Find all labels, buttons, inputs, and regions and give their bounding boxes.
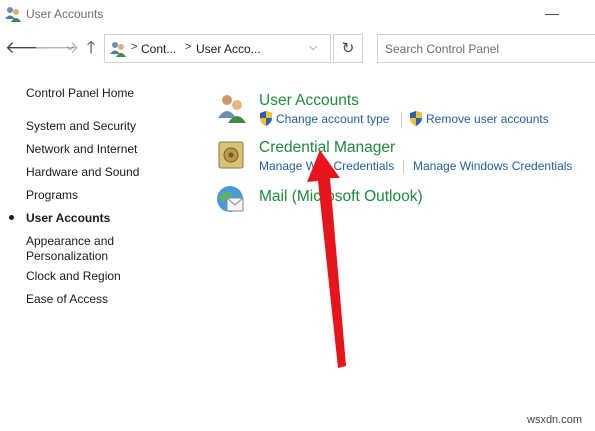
up-button[interactable]: 🡑: [80, 36, 102, 60]
manage-windows-credentials-link[interactable]: Manage Windows Credentials: [413, 159, 572, 173]
sidebar-item-system-security[interactable]: System and Security: [26, 119, 136, 134]
manage-web-credentials-link[interactable]: Manage Web Credentials: [259, 159, 394, 173]
mail-icon[interactable]: [215, 184, 247, 216]
sidebar-item-clock-region[interactable]: Clock and Region: [26, 269, 121, 284]
category-user-accounts[interactable]: User Accounts: [259, 92, 359, 110]
sidebar-item-ease-of-access[interactable]: Ease of Access: [26, 292, 108, 307]
breadcrumb-user-accounts[interactable]: User Acco...: [196, 42, 261, 56]
control-panel-icon: [110, 42, 126, 57]
remove-user-accounts-link[interactable]: Remove user accounts: [426, 112, 549, 126]
users-icon[interactable]: [216, 92, 248, 124]
category-mail[interactable]: Mail (Microsoft Outlook): [259, 188, 423, 206]
address-bar[interactable]: > Cont... > User Acco... ⌵: [104, 34, 331, 63]
refresh-icon: ↻: [341, 40, 355, 57]
refresh-button[interactable]: ↻: [333, 34, 363, 63]
user-accounts-icon: [5, 7, 21, 22]
forward-button[interactable]: 🡒: [34, 36, 80, 60]
change-account-type-link[interactable]: Change account type: [276, 112, 389, 126]
category-credential-manager[interactable]: Credential Manager: [259, 139, 395, 157]
window-title: User Accounts: [26, 7, 104, 21]
sidebar-item-network[interactable]: Network and Internet: [26, 142, 137, 157]
uac-shield-icon: [260, 111, 272, 126]
link-divider: [401, 113, 402, 127]
recent-pages-button[interactable]: ⌵: [59, 36, 81, 60]
sidebar-item-programs[interactable]: Programs: [26, 188, 78, 203]
sidebar-item-appearance[interactable]: Appearance and Personalization: [26, 234, 114, 264]
sidebar-home-link[interactable]: Control Panel Home: [26, 86, 134, 101]
vault-icon[interactable]: [217, 140, 245, 170]
title-bar: User Accounts: [0, 0, 595, 30]
uac-shield-icon: [410, 111, 422, 126]
search-placeholder: Search Control Panel: [385, 42, 500, 56]
back-button[interactable]: 🡐: [5, 36, 51, 60]
chevron-right-icon: >: [131, 41, 138, 53]
search-input[interactable]: Search Control Panel: [377, 34, 595, 63]
sidebar-item-hardware[interactable]: Hardware and Sound: [26, 165, 139, 180]
minimize-button[interactable]: [545, 14, 559, 15]
breadcrumb-control-panel[interactable]: Cont...: [141, 42, 176, 56]
chevron-right-icon: >: [185, 41, 192, 53]
sidebar-item-user-accounts[interactable]: User Accounts: [26, 211, 110, 226]
link-divider: [403, 160, 404, 174]
watermark-text: wsxdn.com: [527, 414, 583, 426]
chevron-down-icon[interactable]: ⌵: [309, 41, 317, 54]
active-bullet-icon: [9, 215, 14, 220]
